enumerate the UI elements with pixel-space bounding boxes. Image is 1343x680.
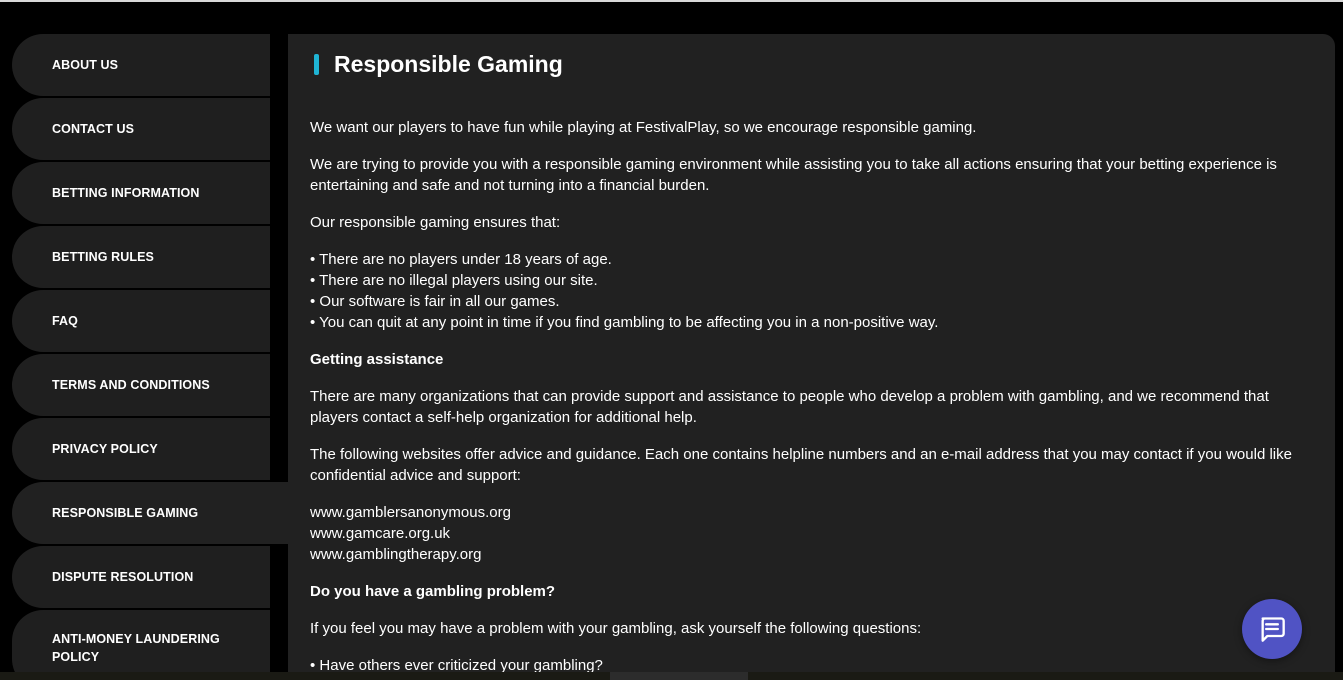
- section-heading-problem: Do you have a gambling problem?: [310, 583, 556, 600]
- article-body: We want our players to have fun while pl…: [310, 117, 1310, 680]
- sidebar-item-dispute-resolution[interactable]: DISPUTE RESOLUTION: [12, 546, 270, 608]
- website-link[interactable]: www.gamblingtherapy.org: [310, 544, 1310, 565]
- list-item: • There are no players under 18 years of…: [310, 251, 612, 268]
- website-link[interactable]: www.gamcare.org.uk: [310, 523, 1310, 544]
- sidebar-item-anti-money-laundering-policy[interactable]: ANTI-MONEY LAUNDERING POLICY: [12, 610, 270, 680]
- questions-paragraph: If you feel you may have a problem with …: [310, 620, 922, 637]
- title-accent-bar: [314, 54, 319, 75]
- sidebar-item-faq[interactable]: FAQ: [12, 290, 270, 352]
- taskbar-segment: [610, 672, 748, 680]
- chat-button[interactable]: [1242, 599, 1302, 659]
- sidebar-item-betting-rules[interactable]: BETTING RULES: [12, 226, 270, 288]
- content-panel: Responsible Gaming We want our players t…: [288, 34, 1335, 680]
- sidebar-item-betting-information[interactable]: BETTING INFORMATION: [12, 162, 270, 224]
- sidebar-item-about-us[interactable]: ABOUT US: [12, 34, 270, 96]
- page-title: Responsible Gaming: [334, 51, 563, 77]
- websites-paragraph: The following websites offer advice and …: [310, 446, 1292, 484]
- sidebar-item-responsible-gaming[interactable]: RESPONSIBLE GAMING: [12, 482, 288, 544]
- ensures-paragraph: Our responsible gaming ensures that:: [310, 214, 561, 231]
- section-heading-assistance: Getting assistance: [310, 351, 444, 368]
- sidebar-item-privacy-policy[interactable]: PRIVACY POLICY: [12, 418, 270, 480]
- sidebar-item-terms-and-conditions[interactable]: TERMS AND CONDITIONS: [12, 354, 270, 416]
- website-link[interactable]: www.gamblersanonymous.org: [310, 502, 1310, 523]
- list-item: • Our software is fair in all our games.: [310, 293, 560, 310]
- top-border: [0, 0, 1343, 2]
- intro-paragraph: We want our players to have fun while pl…: [310, 119, 977, 136]
- list-item: • There are no illegal players using our…: [310, 272, 598, 289]
- page-header: Responsible Gaming: [314, 51, 563, 78]
- sidebar-item-contact-us[interactable]: CONTACT US: [12, 98, 270, 160]
- chat-bubble-icon: [1261, 617, 1285, 642]
- list-item: • You can quit at any point in time if y…: [310, 314, 939, 331]
- ensures-list: • There are no players under 18 years of…: [310, 249, 1310, 333]
- environment-paragraph: We are trying to provide you with a resp…: [310, 156, 1277, 194]
- websites-list: www.gamblersanonymous.org www.gamcare.or…: [310, 502, 1310, 565]
- sidebar-nav: ABOUT US CONTACT US BETTING INFORMATION …: [12, 34, 288, 680]
- organizations-paragraph: There are many organizations that can pr…: [310, 388, 1269, 426]
